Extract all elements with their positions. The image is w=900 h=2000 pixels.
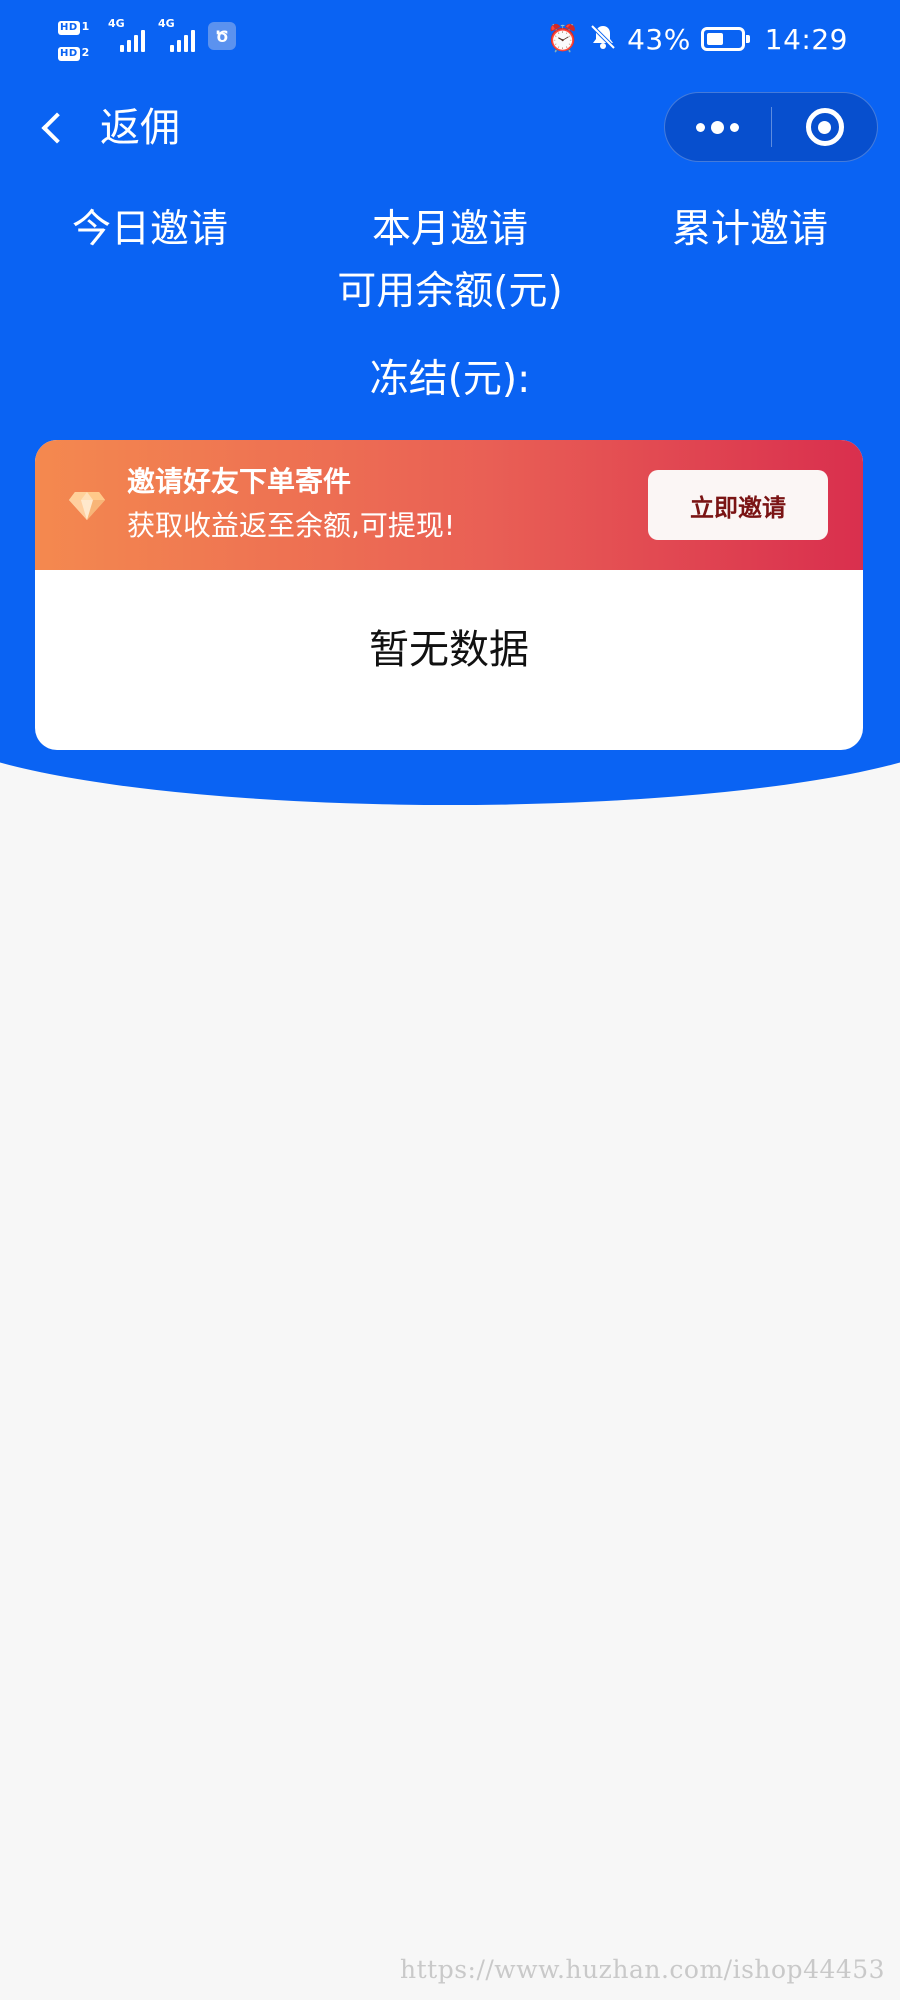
signal-icon: 4G	[108, 18, 152, 52]
nav-bar: 返佣	[0, 80, 900, 176]
invite-stats: 今日邀请 本月邀请 累计邀请	[0, 200, 900, 260]
diamond-icon	[69, 492, 105, 520]
battery-percent: 43%	[627, 22, 691, 56]
app-notification-icon: Ծ	[208, 22, 236, 50]
rebate-screen: HD 1 HD 2 4G 4G Ծ ⏰ 43% 14:29 返佣 今日邀请 本月…	[0, 0, 900, 2000]
mute-bell-icon	[589, 23, 617, 56]
frozen-label: 冻结(元):	[369, 357, 531, 402]
stat-today-label: 今日邀请	[71, 207, 228, 252]
more-dots-icon	[696, 122, 706, 132]
status-bar: HD 1 HD 2 4G 4G Ծ ⏰ 43% 14:29	[0, 0, 900, 78]
sim2-hd-badge: HD 2	[58, 46, 90, 61]
stat-month-label: 本月邀请	[371, 207, 528, 252]
close-miniprogram-button[interactable]	[772, 93, 877, 161]
alarm-icon: ⏰	[546, 24, 580, 54]
back-button[interactable]	[28, 102, 78, 154]
clock: 14:29	[764, 22, 848, 56]
invite-title: 邀请好友下单寄件	[127, 465, 352, 498]
battery-icon	[700, 27, 750, 51]
empty-state-text: 暂无数据	[369, 627, 529, 673]
more-button[interactable]	[665, 93, 771, 161]
page-title: 返佣	[100, 105, 180, 151]
target-close-icon	[805, 108, 844, 146]
sim1-hd-badge: HD 1	[58, 20, 90, 35]
invite-card: 邀请好友下单寄件 获取收益返至余额,可提现! 立即邀请 暂无数据	[35, 440, 863, 750]
status-right-group: ⏰ 43% 14:29	[547, 0, 848, 78]
invite-now-button[interactable]: 立即邀请	[648, 470, 828, 540]
signal-icon: 4G	[158, 18, 202, 52]
watermark: https://www.huzhan.com/ishop44453	[400, 1955, 886, 1984]
miniprogram-capsule	[664, 92, 878, 162]
chevron-left-icon	[41, 112, 73, 144]
stat-total-label: 累计邀请	[671, 207, 828, 252]
invite-banner: 邀请好友下单寄件 获取收益返至余额,可提现! 立即邀请	[35, 440, 863, 570]
invite-subtitle: 获取收益返至余额,可提现!	[127, 509, 456, 542]
balance-label: 可用余额(元)	[337, 269, 563, 314]
sim-indicators: HD 1 HD 2	[58, 14, 104, 64]
